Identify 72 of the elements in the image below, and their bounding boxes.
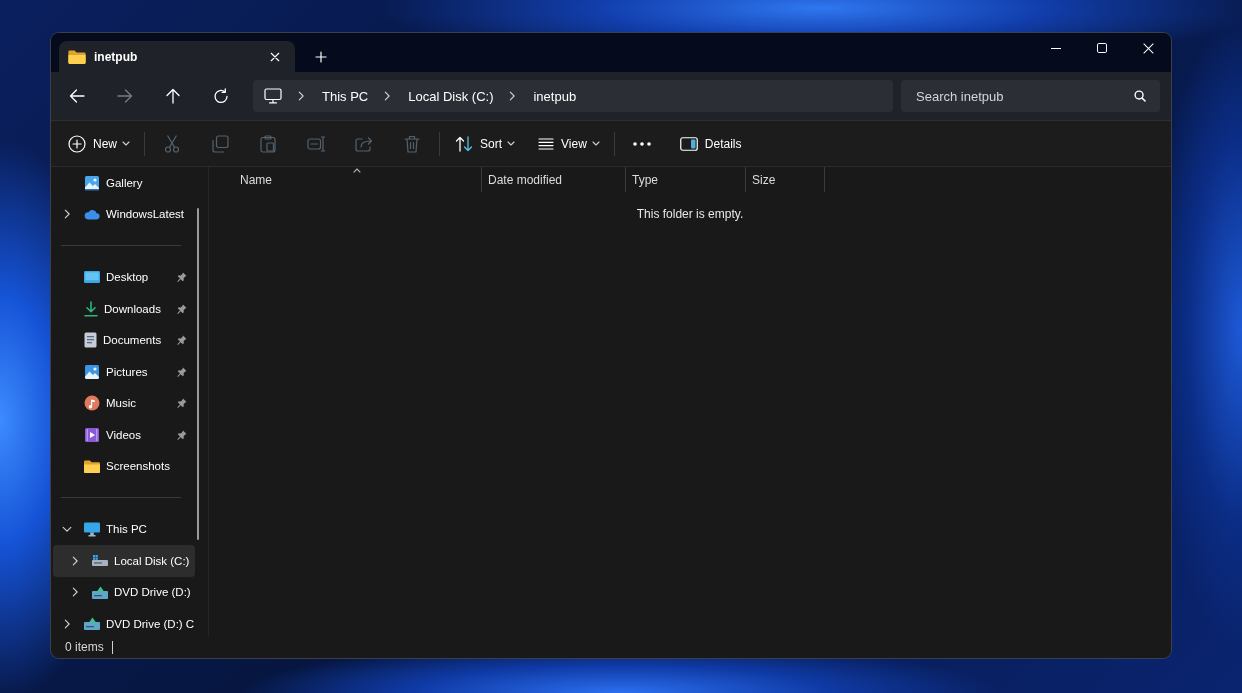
caret-icon (507, 141, 516, 146)
sidebar-item[interactable]: WindowsLatest (53, 198, 195, 230)
search-field[interactable]: Search inetpub (901, 80, 1160, 112)
back-arrow-icon (69, 89, 85, 103)
close-icon (270, 51, 280, 62)
chevron-icon (509, 91, 516, 101)
address-bar[interactable]: This PC Local Disk (C:) inetpub (253, 80, 893, 112)
new-button[interactable]: New (60, 127, 137, 160)
forward-arrow-icon (117, 89, 133, 103)
column-header[interactable]: Type (625, 167, 745, 192)
sidebar-item[interactable]: DVD Drive (D:) (53, 576, 195, 608)
close-icon (1142, 42, 1154, 54)
music-icon (84, 395, 100, 412)
sidebar-item[interactable]: This PC (53, 513, 195, 545)
sidebar-item[interactable]: Documents (53, 324, 195, 356)
list-icon (538, 137, 555, 150)
maximize-icon (1097, 43, 1107, 53)
monitor-icon (264, 88, 282, 104)
desktop-icon (84, 271, 100, 284)
sidebar-item[interactable]: Pictures (53, 356, 195, 388)
share-icon (355, 135, 373, 152)
more-icon (632, 141, 651, 146)
breadcrumb[interactable]: This PC (322, 88, 369, 104)
item-count: 0 items (65, 640, 104, 654)
sort-icon (455, 135, 473, 152)
monitor-icon (84, 521, 100, 537)
view-button[interactable]: View (530, 127, 607, 160)
sort-button[interactable]: Sort (447, 127, 523, 160)
picture-icon (84, 363, 100, 380)
column-header[interactable]: Name (209, 167, 481, 192)
up-arrow-icon (166, 88, 180, 104)
copy-icon (211, 134, 229, 153)
folder-icon (68, 49, 86, 64)
download-icon (84, 300, 98, 317)
folder-icon (84, 459, 100, 473)
dvd-drive-icon (84, 617, 100, 631)
scissors-icon (164, 134, 180, 153)
sidebar-item[interactable]: Local Disk (C:) (53, 545, 195, 577)
sidebar-item[interactable]: Music (53, 387, 195, 419)
refresh-icon (213, 88, 229, 104)
cloud-icon (84, 208, 100, 220)
sidebar-item[interactable]: Screenshots (53, 450, 195, 482)
drive-icon (92, 555, 108, 567)
plus-circle-icon (68, 134, 86, 153)
column-header[interactable]: Date modified (481, 167, 625, 192)
breadcrumb[interactable]: inetpub (533, 88, 577, 104)
dvd-drive-icon (92, 585, 108, 599)
video-icon (84, 426, 100, 443)
tab[interactable]: inetpub (59, 41, 295, 72)
caret-icon (122, 141, 130, 146)
plus-icon (315, 51, 327, 63)
details-pane-icon (679, 136, 698, 151)
empty-folder-message: This folder is empty. (636, 207, 744, 221)
chevron-icon (384, 91, 391, 101)
caret-icon (591, 141, 600, 146)
sidebar-item[interactable]: Downloads (53, 293, 195, 325)
sidebar-item[interactable]: Videos (53, 419, 195, 451)
search-icon (1134, 90, 1146, 102)
rename-icon (307, 135, 325, 152)
gallery-icon (84, 174, 100, 191)
sidebar-item[interactable]: DVD Drive (D:) C (53, 608, 195, 636)
sidebar-item[interactable]: Gallery (53, 167, 195, 199)
document-icon (84, 332, 97, 349)
column-header[interactable]: Size (745, 167, 825, 192)
chevron-icon (298, 91, 304, 101)
breadcrumb[interactable]: Local Disk (C:) (408, 88, 494, 104)
scrollbar-thumb[interactable] (197, 208, 199, 540)
trash-icon (404, 134, 420, 153)
minimize-icon (1051, 47, 1061, 49)
clipboard-icon (260, 134, 276, 153)
sidebar-item[interactable]: Desktop (53, 261, 195, 293)
details-button[interactable]: Details (669, 127, 752, 160)
